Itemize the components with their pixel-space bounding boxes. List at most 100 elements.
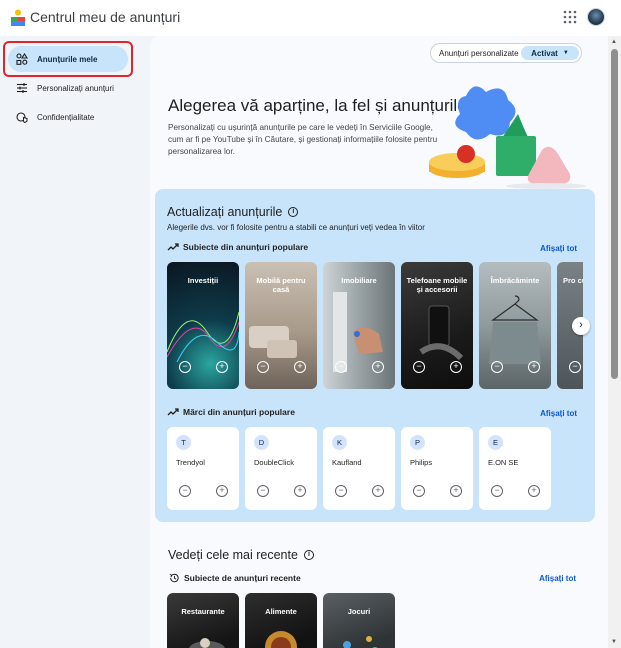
topic-card[interactable]: Mobilă pentru casă − + [245, 262, 317, 389]
recent-topic-card[interactable]: Jocuri [323, 593, 395, 648]
app-title: Centrul meu de anunțuri [30, 9, 181, 25]
brand-minus-button[interactable]: − [491, 485, 503, 497]
topic-minus-button[interactable]: − [335, 361, 347, 373]
scroll-down-arrow-icon[interactable]: ▼ [611, 639, 617, 645]
topic-plus-button[interactable]: + [216, 361, 228, 373]
brand-card[interactable]: D DoubleClick − + [245, 427, 317, 510]
brand-plus-button[interactable]: + [216, 485, 228, 497]
popular-topics-heading-text: Subiecte din anunțuri populare [183, 242, 309, 252]
popular-brands-heading: Mărci din anunțuri populare [167, 407, 295, 417]
account-avatar[interactable] [587, 8, 605, 26]
topics-carousel: Investiții − + Mobilă pentru casă − + Im… [167, 262, 583, 389]
topic-label: Pro cură [563, 276, 583, 285]
recent-topic-label: Alimente [265, 607, 297, 616]
recent-topic-card[interactable]: Alimente [245, 593, 317, 648]
privacy-shield-icon [16, 112, 28, 123]
personalized-ads-status: Activat [531, 48, 558, 58]
recent-topics-heading: Subiecte de anunțuri recente [168, 573, 301, 583]
topic-image-mobile-phones [419, 305, 464, 361]
brand-plus-button[interactable]: + [450, 485, 462, 497]
carousel-next-button[interactable]: › [572, 317, 590, 335]
topic-label: Imobiliare [341, 276, 377, 285]
brand-name: Trendyol [176, 458, 205, 467]
top-bar: Centrul meu de anunțuri [0, 0, 621, 36]
sidebar-item-customize-ads[interactable]: Personalizați anunțuri [8, 75, 128, 101]
brand-card[interactable]: P Philips − + [401, 427, 473, 510]
personalized-ads-status-dropdown[interactable]: Activat ▼ [521, 46, 579, 60]
recent-show-all-link[interactable]: Afișați tot [539, 574, 576, 583]
brand-plus-button[interactable]: + [528, 485, 540, 497]
brand-initial-badge: P [410, 435, 425, 450]
topic-card[interactable]: Îmbrăcăminte − + [479, 262, 551, 389]
topic-plus-button[interactable]: + [450, 361, 462, 373]
info-icon[interactable]: i [303, 550, 314, 560]
brand-initial-badge: D [254, 435, 269, 450]
brand-initial-badge: T [176, 435, 191, 450]
topic-image-games [343, 636, 378, 648]
trending-icon [167, 243, 179, 251]
update-ads-title-text: Actualizați anunțurile [167, 205, 283, 219]
sidebar: Anunțurile mele Personalizați anunțuri C… [0, 36, 150, 648]
history-icon [169, 573, 179, 583]
topic-minus-button[interactable]: − [491, 361, 503, 373]
brand-initial-badge: E [488, 435, 503, 450]
personalized-ads-toggle[interactable]: Anunțuri personalizate Activat ▼ [430, 43, 582, 63]
topic-card[interactable]: Investiții − + [167, 262, 239, 389]
topic-label: Telefoane mobile și accesorii [406, 276, 468, 294]
topic-image-real-estate [333, 292, 383, 372]
scroll-up-arrow-icon[interactable]: ▲ [611, 39, 617, 45]
brand-minus-button[interactable]: − [335, 485, 347, 497]
topic-plus-button[interactable]: + [294, 361, 306, 373]
topic-plus-button[interactable]: + [528, 361, 540, 373]
recent-section-title-text: Vedeți cele mai recente [168, 548, 298, 562]
highlight-annotation-box [3, 41, 133, 77]
topic-label: Investiții [187, 276, 219, 285]
topic-card[interactable]: Telefoane mobile și accesorii − + [401, 262, 473, 389]
topic-image-investments [167, 311, 239, 362]
brand-plus-button[interactable]: + [372, 485, 384, 497]
topic-image-restaurants [189, 638, 225, 648]
brand-minus-button[interactable]: − [413, 485, 425, 497]
page-scrollbar[interactable]: ▲ ▼ [608, 36, 621, 648]
popular-brands-heading-text: Mărci din anunțuri populare [183, 407, 295, 417]
topic-minus-button[interactable]: − [569, 361, 581, 373]
topic-image-food [265, 631, 297, 648]
brand-name: Kaufland [332, 458, 362, 467]
hero-title: Alegerea vă aparține, la fel și anunțuri… [168, 96, 467, 115]
topic-card[interactable]: Imobiliare − + [323, 262, 395, 389]
brand-name: DoubleClick [254, 458, 295, 467]
update-ads-panel: Actualizați anunțurile i Alegerile dvs. … [155, 189, 595, 522]
topic-image-home-furniture [249, 326, 297, 358]
brand-initial-badge: K [332, 435, 347, 450]
brand-plus-button[interactable]: + [294, 485, 306, 497]
dropdown-caret-icon: ▼ [562, 50, 569, 56]
main-content: Anunțuri personalizate Activat ▼ Alegere… [150, 36, 608, 648]
update-ads-title: Actualizați anunțurile i [167, 205, 299, 219]
brand-name: Philips [410, 458, 433, 467]
topic-label: Îmbrăcăminte [490, 276, 540, 285]
brand-card[interactable]: E E.ON SE − + [479, 427, 551, 510]
sidebar-item-label: Confidențialitate [37, 112, 95, 122]
scrollbar-thumb[interactable] [611, 49, 618, 379]
recent-topic-label: Jocuri [347, 607, 371, 616]
topic-minus-button[interactable]: − [257, 361, 269, 373]
topics-show-all-link[interactable]: Afișați tot [540, 244, 577, 253]
update-ads-subtitle: Alegerile dvs. vor fi folosite pentru a … [167, 223, 425, 232]
brand-card[interactable]: T Trendyol − + [167, 427, 239, 510]
recent-topic-card[interactable]: Restaurante [167, 593, 239, 648]
topic-minus-button[interactable]: − [179, 361, 191, 373]
brands-show-all-link[interactable]: Afișați tot [540, 409, 577, 418]
google-apps-icon[interactable] [563, 10, 577, 24]
recent-topics-heading-text: Subiecte de anunțuri recente [184, 573, 301, 583]
topic-label: Mobilă pentru casă [256, 276, 306, 294]
sidebar-item-privacy[interactable]: Confidențialitate [8, 104, 128, 130]
info-icon[interactable]: i [288, 207, 299, 217]
topic-minus-button[interactable]: − [413, 361, 425, 373]
brand-card[interactable]: K Kaufland − + [323, 427, 395, 510]
topic-plus-button[interactable]: + [372, 361, 384, 373]
recent-topic-label: Restaurante [181, 607, 225, 616]
topic-image-clothing [489, 295, 541, 364]
brand-minus-button[interactable]: − [257, 485, 269, 497]
brand-minus-button[interactable]: − [179, 485, 191, 497]
brand-name: E.ON SE [488, 458, 519, 467]
